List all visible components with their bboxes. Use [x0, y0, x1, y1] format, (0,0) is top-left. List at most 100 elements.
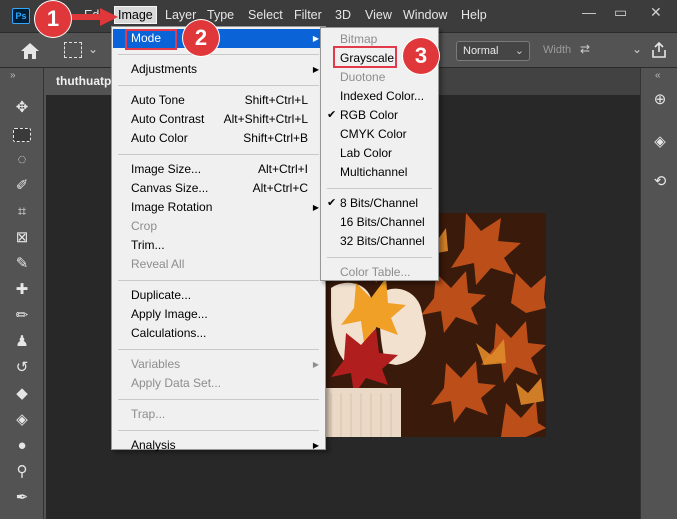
eraser-tool-icon[interactable]: ◆ — [12, 384, 32, 404]
menu-item-multichannel[interactable]: Multichannel — [322, 163, 437, 182]
brush-tool-icon[interactable]: ✏ — [12, 306, 32, 326]
style-select[interactable]: Normal ⌄ — [456, 41, 530, 61]
menu-item-duplicate[interactable]: Duplicate... — [113, 286, 324, 305]
menu-item-image-rotation[interactable]: Image Rotation ▶ — [113, 198, 324, 217]
blur-tool-icon[interactable]: ● — [12, 436, 32, 456]
menu-item-image-size[interactable]: Image Size... Alt+Ctrl+I — [113, 160, 324, 179]
history-brush-tool-icon[interactable]: ↺ — [12, 358, 32, 378]
chevron-down-icon: ⌄ — [514, 45, 524, 57]
quick-select-tool-icon[interactable]: ✐ — [12, 176, 32, 196]
menu-item-label: 8 Bits/Channel — [340, 196, 419, 210]
menu-item-label: Adjustments — [131, 62, 198, 76]
chevron-down-icon[interactable]: ⌄ — [88, 42, 98, 56]
menu-item-lab-color[interactable]: Lab Color — [322, 144, 437, 163]
dodge-tool-icon[interactable]: ⚲ — [12, 462, 32, 482]
menu-item-label: Trim... — [131, 238, 165, 252]
pointer-arrow-icon — [64, 8, 118, 26]
lasso-tool-icon[interactable]: ◌ — [12, 150, 32, 170]
menu-item-16-bits-channel[interactable]: 16 Bits/Channel — [322, 213, 437, 232]
menu-view[interactable]: View — [365, 8, 392, 22]
right-panel-dock: « ⊕ ◈ ⟲ — [640, 68, 677, 519]
menu-item-label: Variables — [131, 357, 181, 371]
eyedropper-tool-icon[interactable]: ✎ — [12, 254, 32, 274]
submenu-arrow-icon: ▶ — [312, 203, 319, 212]
step-1-badge: 1 — [35, 1, 71, 37]
menu-item-label: Analysis — [131, 438, 176, 452]
crop-tool-icon[interactable]: ⌗ — [12, 202, 32, 222]
menu-item-label: Apply Image... — [131, 307, 208, 321]
menu-separator — [118, 85, 319, 86]
style-value: Normal — [463, 45, 499, 57]
healing-brush-tool-icon[interactable]: ✚ — [12, 280, 32, 300]
menu-separator — [327, 257, 432, 258]
menu-type[interactable]: Type — [207, 8, 234, 22]
menu-item-rgb-color[interactable]: ✔ RGB Color — [322, 106, 437, 125]
stamp-tool-icon[interactable]: ♟ — [12, 332, 32, 352]
menu-item-label: Crop — [131, 219, 158, 233]
menu-item-crop: Crop — [113, 217, 324, 236]
paint-bucket-tool-icon[interactable]: ◈ — [12, 410, 32, 430]
menu-item-apply-data-set: Apply Data Set... — [113, 374, 324, 393]
menu-item-adjustments[interactable]: Adjustments ▶ — [113, 60, 324, 79]
minimize-button[interactable]: — — [582, 4, 596, 20]
pen-tool-icon[interactable]: ✒ — [12, 488, 32, 508]
menu-item-indexed-color[interactable]: Indexed Color... — [322, 87, 437, 106]
restore-button[interactable]: ▭ — [614, 4, 627, 21]
menu-item-label: Auto Contrast — [131, 112, 205, 126]
home-icon[interactable] — [20, 42, 40, 60]
document-tab[interactable]: thuthuatpl — [46, 68, 116, 95]
collapse-icon[interactable]: « — [655, 70, 661, 81]
menu-item-32-bits-channel[interactable]: 32 Bits/Channel — [322, 232, 437, 251]
menu-item-label: Color Table... — [340, 265, 411, 279]
submenu-arrow-icon: ▶ — [312, 360, 319, 369]
menu-filter[interactable]: Filter — [294, 8, 322, 22]
menu-item-auto-color[interactable]: Auto Color Shift+Ctrl+B — [113, 129, 324, 148]
swap-icon[interactable]: ⇄ — [580, 42, 590, 56]
grayscale-highlight-box — [333, 46, 397, 68]
menu-item-apply-image[interactable]: Apply Image... — [113, 305, 324, 324]
shortcut-label: Shift+Ctrl+B — [243, 131, 308, 145]
menu-help[interactable]: Help — [461, 8, 487, 22]
menu-window[interactable]: Window — [403, 8, 447, 22]
menu-item-variables: Variables ▶ — [113, 355, 324, 374]
history-panel-icon[interactable]: ⟲ — [650, 172, 670, 192]
menu-item-color-table: Color Table... — [322, 263, 437, 282]
step-3-badge: 3 — [403, 38, 439, 74]
image-menu: Mode ▶ Adjustments ▶ Auto Tone Shift+Ctrl+L Au… — [111, 26, 326, 452]
share-icon[interactable] — [650, 41, 668, 59]
layers-panel-icon[interactable]: ◈ — [650, 132, 670, 152]
menu-item-trap: Trap... — [113, 405, 324, 424]
menu-item-trim[interactable]: Trim... — [113, 236, 324, 255]
menu-select[interactable]: Select — [248, 8, 283, 22]
move-tool-icon[interactable]: ✥ — [12, 98, 32, 118]
menu-item-label: RGB Color — [340, 108, 399, 122]
menu-item-label: Image Rotation — [131, 200, 213, 214]
menu-item-label: Calculations... — [131, 326, 207, 340]
properties-panel-icon[interactable]: ⊕ — [650, 90, 670, 110]
close-button[interactable]: ✕ — [650, 4, 662, 21]
marquee-option-icon[interactable] — [64, 42, 82, 58]
menu-item-label: Apply Data Set... — [131, 376, 222, 390]
menu-item-label: Multichannel — [340, 165, 408, 179]
menu-item-label: 32 Bits/Channel — [340, 234, 425, 248]
menu-item-label: Auto Color — [131, 131, 188, 145]
menu-item-auto-contrast[interactable]: Auto Contrast Alt+Shift+Ctrl+L — [113, 110, 324, 129]
frame-tool-icon[interactable]: ⊠ — [12, 228, 32, 248]
menu-item-8-bits-channel[interactable]: ✔ 8 Bits/Channel — [322, 194, 437, 213]
menu-item-label: CMYK Color — [340, 127, 407, 141]
menu-layer[interactable]: Layer — [165, 8, 196, 22]
menu-item-analysis[interactable]: Analysis ▶ — [113, 436, 324, 455]
menu-item-label: Reveal All — [131, 257, 185, 271]
menu-item-label: Trap... — [131, 407, 166, 421]
menu-item-calculations[interactable]: Calculations... — [113, 324, 324, 343]
menu-item-auto-tone[interactable]: Auto Tone Shift+Ctrl+L — [113, 91, 324, 110]
menu-item-label: Image Size... — [131, 162, 202, 176]
menu-item-canvas-size[interactable]: Canvas Size... Alt+Ctrl+C — [113, 179, 324, 198]
photoshop-logo-icon: Ps — [12, 8, 30, 24]
menu-item-cmyk-color[interactable]: CMYK Color — [322, 125, 437, 144]
menu-3d[interactable]: 3D — [335, 8, 351, 22]
collapse-icon[interactable]: » — [10, 70, 16, 81]
menu-separator — [118, 430, 319, 431]
chevron-down-icon[interactable]: ⌄ — [632, 42, 642, 56]
marquee-tool-icon[interactable] — [13, 128, 31, 142]
